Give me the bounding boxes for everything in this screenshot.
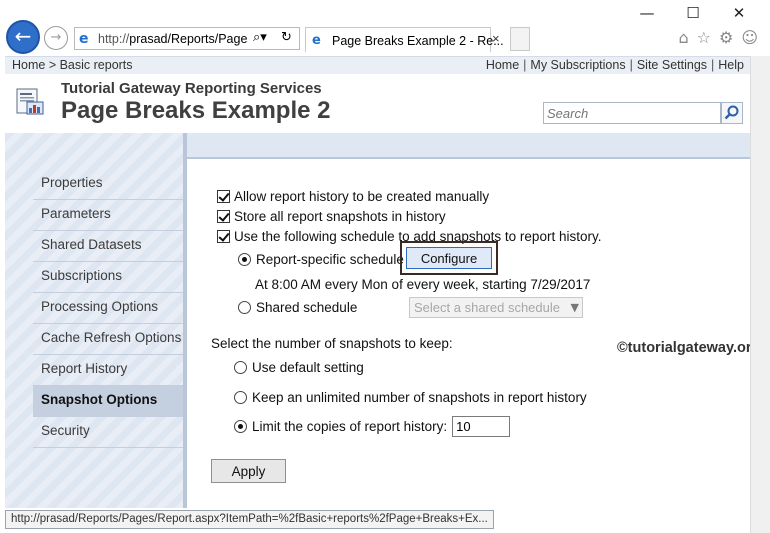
- tab-title: Page Breaks Example 2 - Re...: [332, 34, 504, 48]
- favorites-star-icon[interactable]: ☆: [697, 28, 711, 47]
- search-icon: [724, 105, 739, 120]
- sidebar-item-shared-datasets[interactable]: Shared Datasets: [33, 231, 183, 262]
- sidebar-menu: Properties Parameters Shared Datasets Su…: [33, 169, 183, 448]
- limit-copies-input[interactable]: [452, 416, 511, 437]
- allow-history-row: Allow report history to be created manua…: [217, 189, 489, 204]
- allow-history-label: Allow report history to be created manua…: [234, 189, 490, 204]
- keep-heading-text: Select the number of snapshots to keep:: [211, 336, 453, 351]
- browser-tab[interactable]: e Page Breaks Example 2 - Re...: [305, 27, 504, 52]
- status-bar-url: http://prasad/Reports/Pages/Report.aspx?…: [5, 510, 494, 529]
- browser-toolbar-icons: ⌂ ☆ ⚙ ☺: [678, 28, 758, 47]
- keep-unlimited-row: Keep an unlimited number of snapshots in…: [234, 390, 587, 405]
- maximize-icon[interactable]: ☐: [670, 4, 716, 22]
- snapshot-options-panel: Allow report history to be created manua…: [187, 161, 760, 508]
- limit-copies-row: Limit the copies of report history:: [234, 416, 511, 437]
- link-site-settings[interactable]: Site Settings: [637, 58, 707, 72]
- allow-history-checkbox[interactable]: [217, 190, 230, 203]
- tab-close-icon[interactable]: ×: [492, 31, 500, 46]
- sidebar-item-properties[interactable]: Properties: [33, 169, 183, 200]
- keep-unlimited-label: Keep an unlimited number of snapshots in…: [252, 390, 587, 405]
- address-url: http://prasad/Reports/Pages: [98, 32, 248, 46]
- sidebar-item-cache-refresh-options[interactable]: Cache Refresh Options: [33, 324, 183, 355]
- keep-unlimited-radio[interactable]: [234, 391, 247, 404]
- settings-gear-icon[interactable]: ⚙: [719, 28, 733, 47]
- link-home[interactable]: Home: [486, 58, 519, 72]
- shared-schedule-label: Shared schedule: [256, 300, 358, 315]
- address-bar[interactable]: e http://prasad/Reports/Pages ⌕▾ ↻: [74, 27, 300, 50]
- content-band: [187, 133, 750, 159]
- use-default-row: Use default setting: [234, 360, 364, 375]
- sidebar-item-security[interactable]: Security: [33, 417, 183, 448]
- configure-highlight: Configure: [400, 241, 498, 275]
- breadcrumb[interactable]: Home > Basic reports: [12, 58, 133, 72]
- keep-heading: Select the number of snapshots to keep:: [211, 336, 453, 351]
- store-snapshots-label: Store all report snapshots in history: [234, 209, 446, 224]
- separator: |: [523, 58, 527, 72]
- browser-chrome: — ☐ ✕ ← → e http://prasad/Reports/Pages …: [0, 0, 770, 56]
- forward-arrow-icon[interactable]: →: [44, 26, 68, 50]
- shared-schedule-select[interactable]: Select a shared schedule ▼: [409, 297, 583, 318]
- page-header: Tutorial Gateway Reporting Services Page…: [5, 75, 750, 133]
- ie-logo-icon: e: [79, 31, 89, 47]
- search-dropdown-icon[interactable]: ⌕▾: [253, 30, 267, 45]
- schedule-description-text: At 8:00 AM every Mon of every week, star…: [255, 277, 591, 292]
- use-default-label: Use default setting: [252, 360, 364, 375]
- shared-schedule-row: Shared schedule: [238, 300, 357, 315]
- address-host-path: prasad/Reports/Pages: [129, 32, 248, 46]
- use-default-radio[interactable]: [234, 361, 247, 374]
- page-title: Page Breaks Example 2: [61, 97, 331, 124]
- report-specific-row: Report-specific schedule: [238, 252, 404, 267]
- shared-schedule-select-value: Select a shared schedule: [414, 300, 560, 315]
- apply-button[interactable]: Apply: [211, 459, 286, 483]
- configure-button[interactable]: Configure: [406, 247, 492, 269]
- link-help[interactable]: Help: [718, 58, 744, 72]
- sidebar-item-subscriptions[interactable]: Subscriptions: [33, 262, 183, 293]
- back-arrow-icon[interactable]: ←: [6, 20, 40, 54]
- tab-ie-logo-icon: e: [312, 33, 321, 48]
- sidebar: Properties Parameters Shared Datasets Su…: [5, 133, 183, 508]
- schedule-description: At 8:00 AM every Mon of every week, star…: [255, 277, 590, 292]
- vertical-scrollbar[interactable]: [750, 56, 770, 533]
- report-specific-label: Report-specific schedule: [256, 252, 404, 267]
- top-links: Home | My Subscriptions | Site Settings | Help: [486, 58, 744, 72]
- sidebar-item-parameters[interactable]: Parameters: [33, 200, 183, 231]
- search-button[interactable]: [721, 102, 743, 124]
- store-snapshots-checkbox[interactable]: [217, 210, 230, 223]
- chevron-down-icon: ▼: [570, 301, 579, 314]
- watermark: ©tutorialgateway.org: [617, 340, 761, 356]
- limit-copies-label: Limit the copies of report history:: [252, 419, 448, 434]
- site-title[interactable]: Tutorial Gateway Reporting Services: [61, 80, 322, 97]
- search-input[interactable]: [544, 103, 714, 123]
- close-icon[interactable]: ✕: [716, 4, 762, 22]
- minimize-icon[interactable]: —: [624, 4, 670, 22]
- report-specific-radio[interactable]: [238, 253, 251, 266]
- sidebar-item-processing-options[interactable]: Processing Options: [33, 293, 183, 324]
- address-prefix: http://: [98, 32, 130, 46]
- use-schedule-checkbox[interactable]: [217, 230, 230, 243]
- new-tab-button[interactable]: [510, 27, 530, 51]
- sidebar-item-snapshot-options[interactable]: Snapshot Options: [33, 386, 183, 417]
- top-nav-bar: Home > Basic reports Home | My Subscriptio…: [5, 56, 750, 74]
- window-controls: — ☐ ✕: [624, 4, 762, 22]
- limit-copies-radio[interactable]: [234, 420, 247, 433]
- link-my-subscriptions[interactable]: My Subscriptions: [530, 58, 625, 72]
- search-box: [543, 102, 721, 124]
- report-icon: [16, 88, 44, 115]
- shared-schedule-radio[interactable]: [238, 301, 251, 314]
- smiley-icon[interactable]: ☺: [741, 28, 758, 47]
- separator: |: [711, 58, 715, 72]
- home-icon[interactable]: ⌂: [678, 28, 688, 47]
- sidebar-item-report-history[interactable]: Report History: [33, 355, 183, 386]
- separator: |: [629, 58, 633, 72]
- store-snapshots-row: Store all report snapshots in history: [217, 209, 446, 224]
- refresh-icon[interactable]: ↻: [281, 30, 292, 45]
